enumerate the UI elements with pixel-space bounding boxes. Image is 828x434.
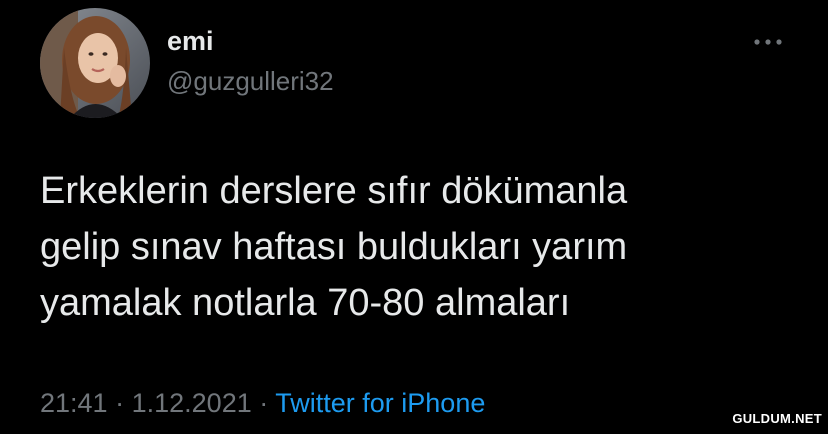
tweet-meta: 21:41 · 1.12.2021 · Twitter for iPhone	[40, 388, 485, 419]
user-handle[interactable]: @guzgulleri32	[167, 66, 334, 97]
watermark: GULDUM.NET	[732, 411, 822, 426]
tweet-text-line: Erkeklerin derslere sıfır dökümanla	[40, 170, 628, 212]
meta-separator: ·	[259, 388, 269, 418]
avatar[interactable]	[40, 8, 150, 118]
tweet-time[interactable]: 21:41	[40, 388, 108, 418]
more-options-button[interactable]	[748, 30, 788, 54]
display-name[interactable]: emi	[167, 26, 214, 57]
tweet-source-link[interactable]: Twitter for iPhone	[275, 388, 485, 418]
tweet-text-line: gelip sınav haftası buldukları yarım	[40, 226, 628, 268]
tweet-date[interactable]: 1.12.2021	[132, 388, 252, 418]
tweet-text: Erkeklerin derslere sıfır dökümanla geli…	[40, 163, 800, 331]
more-horizontal-icon	[754, 39, 782, 45]
tweet-text-line: yamalak notlarla 70-80 almaları	[40, 282, 571, 324]
avatar-photo	[40, 8, 150, 118]
meta-separator: ·	[115, 388, 125, 418]
